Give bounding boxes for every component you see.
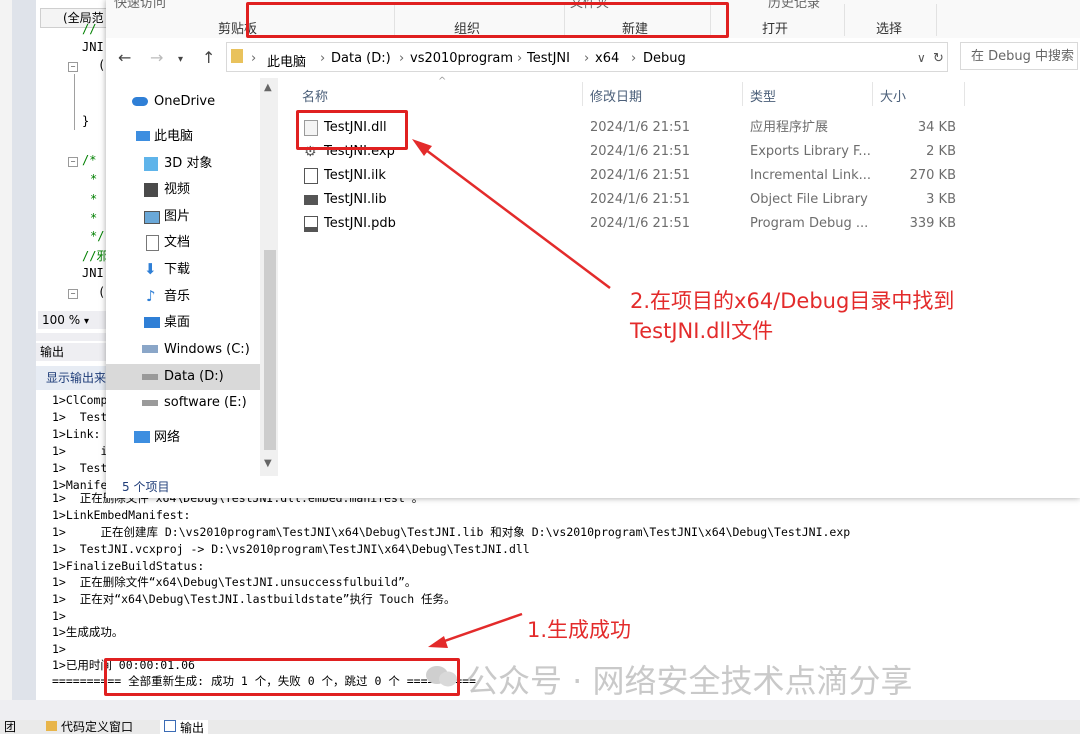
annotation-step2: 2.在项目的x64/Debug目录中找到 TestJNI.dll文件 [630, 289, 955, 343]
arrow-step2 [412, 139, 611, 289]
arrow-step1 [428, 612, 523, 648]
annotation-step1: 1.生成成功 [527, 618, 632, 642]
build-result-highlight-box [104, 658, 460, 696]
watermark-text: 公众号 · 网络安全技术点滴分享 [466, 662, 913, 700]
wechat-logo-icon [426, 666, 457, 687]
